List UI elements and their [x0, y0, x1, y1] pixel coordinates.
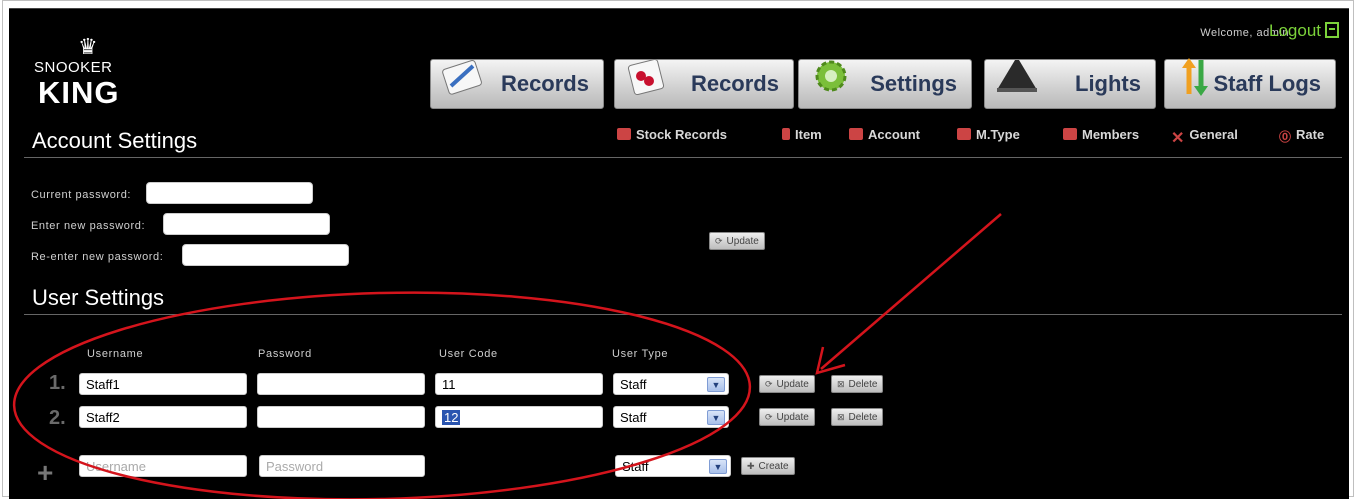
- members-icon: [1063, 128, 1077, 140]
- subnav-mtype[interactable]: M.Type: [957, 125, 1020, 143]
- user-settings-title: User Settings: [32, 285, 165, 310]
- username-field[interactable]: Staff1: [79, 373, 247, 395]
- select-value: Staff: [620, 409, 647, 425]
- password-field[interactable]: [257, 406, 425, 428]
- nav-label: Records: [690, 71, 779, 96]
- nav-records-receipt-button[interactable]: Records: [614, 58, 794, 109]
- account-settings-title: Account Settings: [32, 128, 198, 153]
- tools-icon: ✕: [1171, 130, 1185, 147]
- button-label: Update: [776, 411, 809, 423]
- password-field[interactable]: [257, 373, 425, 395]
- divider: [24, 157, 1342, 158]
- annotation-arrow: [820, 213, 1002, 370]
- reenter-password-field[interactable]: [182, 244, 349, 266]
- button-label: Delete: [848, 411, 878, 423]
- divider: [24, 314, 1342, 315]
- button-label: Update: [726, 235, 759, 247]
- snooker-king-logo: ♛ SNOOKER KING: [34, 34, 144, 111]
- new-password-field[interactable]: Password: [259, 455, 425, 477]
- user-type-select[interactable]: Staff ▼: [613, 406, 729, 428]
- user-delete-button[interactable]: ⊠ Delete: [831, 375, 884, 393]
- new-username-field[interactable]: Username: [79, 455, 247, 477]
- user-delete-button[interactable]: ⊠ Delete: [831, 408, 884, 426]
- user-type-select[interactable]: Staff ▼: [613, 373, 729, 395]
- nav-lights-button[interactable]: Lights: [984, 59, 1156, 109]
- subnav-stock-records[interactable]: Stock Records: [617, 125, 727, 143]
- subnav-label: M.Type: [976, 126, 1020, 142]
- subnav-item[interactable]: Item: [782, 125, 822, 143]
- new-password-label: Enter new password:: [31, 220, 146, 232]
- chevron-down-icon[interactable]: ▼: [707, 410, 725, 425]
- user-update-button[interactable]: ⟳ Update: [759, 408, 815, 426]
- user-code-field[interactable]: 11: [435, 373, 603, 395]
- button-label: Delete: [848, 378, 878, 390]
- column-header-user-code: User Code: [439, 348, 498, 360]
- logo-line2: KING: [38, 75, 120, 110]
- update-icon: ⟳: [715, 235, 723, 246]
- update-icon: ⟳: [765, 378, 773, 389]
- chevron-down-icon[interactable]: ▼: [709, 459, 727, 474]
- gear-icon: [815, 60, 847, 92]
- reenter-password-label: Re-enter new password:: [31, 251, 164, 263]
- current-password-field[interactable]: [146, 182, 313, 204]
- subnav-general[interactable]: ✕ General: [1171, 125, 1238, 148]
- row-number: 1.: [49, 372, 66, 394]
- column-header-username: Username: [87, 348, 144, 360]
- box-icon: [617, 128, 631, 140]
- app-window: Welcome, admin Logout ♛ SNOOKER KING Rec…: [9, 8, 1349, 499]
- lamp-icon: [997, 60, 1037, 92]
- logo-line1: SNOOKER: [34, 59, 113, 76]
- delete-icon: ⊠: [837, 411, 845, 422]
- current-password-label: Current password:: [31, 189, 132, 201]
- column-header-user-type: User Type: [612, 348, 669, 360]
- create-user-button[interactable]: ✚ Create: [741, 457, 795, 475]
- select-value: Staff: [622, 458, 649, 474]
- nav-staff-logs-button[interactable]: Staff Logs: [1164, 58, 1336, 109]
- mtype-icon: [957, 128, 971, 140]
- annotation-arrowhead: [815, 346, 846, 375]
- nav-label: Settings: [870, 71, 957, 96]
- subnav-rate[interactable]: ⓪ Rate: [1279, 125, 1325, 145]
- subnav-members[interactable]: Members: [1063, 125, 1139, 143]
- nav-label: Lights: [1075, 71, 1141, 96]
- item-icon: [782, 128, 790, 140]
- subnav-label: Item: [795, 126, 822, 142]
- nav-records-button[interactable]: Records: [430, 59, 604, 109]
- subnav-label: Account: [868, 126, 920, 142]
- row-number: 2.: [49, 407, 66, 429]
- select-value: Staff: [620, 376, 647, 392]
- subnav-label: General: [1189, 126, 1238, 142]
- user-update-button[interactable]: ⟳ Update: [759, 375, 815, 393]
- update-icon: ⟳: [765, 411, 773, 422]
- nav-label: Staff Logs: [1213, 71, 1321, 96]
- account-update-button[interactable]: ⟳ Update: [709, 232, 765, 250]
- subnav-label: Stock Records: [636, 126, 728, 142]
- selected-text: 12: [442, 409, 461, 425]
- nav-label: Records: [500, 71, 589, 96]
- button-label: Create: [758, 460, 789, 472]
- subnav-label: Rate: [1296, 126, 1325, 142]
- pencil-icon: [442, 59, 482, 95]
- new-password-field[interactable]: [163, 213, 330, 235]
- logout-icon[interactable]: [1325, 22, 1339, 38]
- crown-icon: ♛: [78, 34, 98, 59]
- create-icon: ✚: [747, 460, 755, 471]
- chevron-down-icon[interactable]: ▼: [707, 377, 725, 392]
- add-user-icon[interactable]: +: [37, 457, 53, 489]
- nav-settings-button[interactable]: Settings: [798, 59, 972, 109]
- column-header-password: Password: [258, 348, 312, 360]
- delete-icon: ⊠: [837, 378, 845, 389]
- logout-link[interactable]: Logout: [1269, 21, 1321, 41]
- receipt-icon: [627, 58, 665, 96]
- arrows-icon: [1182, 58, 1208, 96]
- username-field[interactable]: Staff2: [79, 406, 247, 428]
- rate-icon: ⓪: [1279, 130, 1292, 144]
- button-label: Update: [776, 378, 809, 390]
- new-user-type-select[interactable]: Staff ▼: [615, 455, 731, 477]
- account-icon: [849, 128, 863, 140]
- subnav-account[interactable]: Account: [849, 125, 920, 143]
- subnav-label: Members: [1082, 126, 1140, 142]
- user-code-field[interactable]: 12: [435, 406, 603, 428]
